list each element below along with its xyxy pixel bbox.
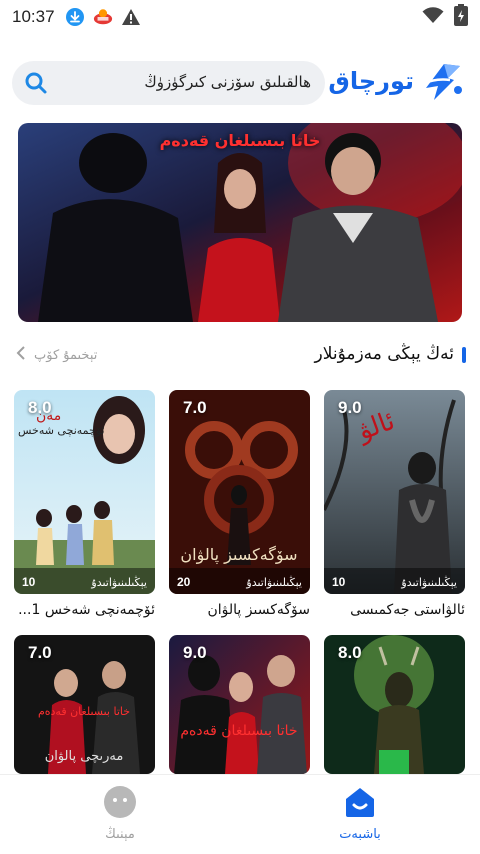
svg-text:سۆگەكسىز پالۋان: سۆگەكسىز پالۋان — [180, 545, 297, 565]
section-accent-bar — [462, 347, 466, 363]
brand-name: تورچاق — [328, 67, 414, 95]
rating-score: 7.0 — [28, 643, 52, 662]
banner-poster-image — [18, 123, 462, 322]
nav-home-label: باشبەت — [339, 827, 381, 842]
drama-poster: خاتا بىسىلغان قەدەم 9.0 — [169, 635, 310, 774]
wifi-icon — [422, 6, 444, 28]
nav-home[interactable]: باشبەت — [320, 785, 400, 842]
drama-poster: مەن ئۆچمەنچى شەخس 8.0 10 يېڭىلىنىۋاتىدۇ — [14, 390, 155, 594]
nav-mine-label: مېنىڭ — [105, 827, 135, 842]
drama-title: ئۆچمەنچى شەخس 1... — [18, 602, 155, 618]
nav-mine[interactable]: مېنىڭ — [80, 785, 160, 842]
search-input[interactable]: ھالقىلىق سۆزنى كىرگۈزۈڭ — [144, 73, 311, 91]
brand-logo-icon — [420, 58, 466, 104]
section-title: ئەڭ يېڭى مەزمۇنلار — [314, 344, 455, 364]
section-header: ئەڭ يېڭى مەزمۇنلار تېخىمۇ كۆپ — [0, 340, 480, 370]
download-icon — [65, 7, 85, 27]
battery-icon — [454, 4, 468, 30]
chevron-left-icon — [16, 346, 26, 364]
banner-title: خاتا بىسىلغان قەدەم — [159, 131, 321, 150]
more-label: تېخىمۇ كۆپ — [34, 347, 98, 363]
svg-text:ئۆچمەنچى شەخس: ئۆچمەنچى شەخس — [18, 424, 105, 437]
update-status: يېڭىلىنىۋاتىدۇ — [91, 576, 147, 589]
search-icon[interactable] — [24, 71, 48, 95]
drama-card[interactable]: سۆگەكسىز پالۋان 7.0 20 يېڭىلىنىۋاتىدۇ سۆ… — [169, 390, 310, 618]
drama-poster: سۆگەكسىز پالۋان 7.0 20 يېڭىلىنىۋاتىدۇ — [169, 390, 310, 594]
drama-title: ئالۋاستى جەكمىسى — [350, 602, 465, 618]
svg-text:خاتا بىسىلغان قەدەم: خاتا بىسىلغان قەدەم — [38, 705, 130, 718]
rating-score: 9.0 — [183, 643, 207, 662]
search-bar[interactable]: ھالقىلىق سۆزنى كىرگۈزۈڭ — [12, 61, 325, 105]
brand: تورچاق — [328, 58, 466, 104]
svg-text:مەرىچى پالۋان: مەرىچى پالۋان — [45, 749, 124, 764]
drama-title: سۆگەكسىز پالۋان — [207, 602, 310, 618]
drama-card[interactable]: خاتا بىسىلغان قەدەم مەرىچى پالۋان 7.0 — [14, 635, 155, 774]
rating-score: 8.0 — [338, 643, 362, 662]
banner-carousel[interactable]: خاتا بىسىلغان قەدەم — [18, 123, 462, 322]
warning-icon — [121, 7, 141, 27]
bottom-navigation: باشبەت مېنىڭ — [0, 774, 480, 854]
episode-count: 10 — [22, 575, 36, 589]
more-link[interactable]: تېخىمۇ كۆپ — [16, 346, 97, 364]
drama-poster: ئالۋ 9.0 10 يېڭىلىنىۋاتىدۇ — [324, 390, 465, 594]
drama-card[interactable]: خاتا بىسىلغان قەدەم 9.0 — [169, 635, 310, 774]
drama-card[interactable]: ئالۋ 9.0 10 يېڭىلىنىۋاتىدۇ ئالۋاستى جەكم… — [324, 390, 465, 618]
rating-score: 9.0 — [338, 398, 362, 417]
rating-score: 7.0 — [183, 398, 207, 417]
episode-count: 10 — [332, 575, 346, 589]
svg-text:خاتا بىسىلغان قەدەم: خاتا بىسىلغان قەدەم — [180, 723, 297, 739]
status-bar: 10:37 — [0, 0, 480, 34]
app-notification-icon — [93, 7, 113, 27]
rating-score: 8.0 — [28, 398, 52, 417]
drama-card[interactable]: مەن ئۆچمەنچى شەخس 8.0 10 يېڭىلىنىۋاتىدۇ … — [14, 390, 155, 618]
home-icon — [343, 785, 377, 819]
profile-icon — [103, 785, 137, 819]
update-status: يېڭىلىنىۋاتىدۇ — [246, 576, 302, 589]
update-status: يېڭىلىنىۋاتىدۇ — [401, 576, 457, 589]
drama-poster: 8.0 — [324, 635, 465, 774]
status-time: 10:37 — [12, 7, 55, 26]
header: ھالقىلىق سۆزنى كىرگۈزۈڭ تورچاق — [0, 58, 480, 108]
drama-card[interactable]: 8.0 — [324, 635, 465, 774]
drama-poster: خاتا بىسىلغان قەدەم مەرىچى پالۋان 7.0 — [14, 635, 155, 774]
episode-count: 20 — [177, 575, 191, 589]
